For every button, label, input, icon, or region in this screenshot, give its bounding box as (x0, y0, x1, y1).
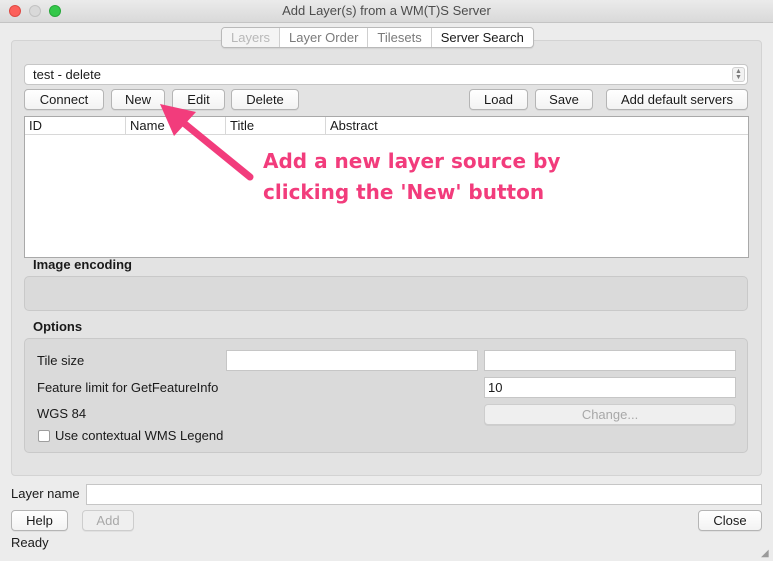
add-button[interactable]: Add (82, 510, 134, 531)
image-encoding-title: Image encoding (33, 257, 132, 272)
annotation-line-1: Add a new layer source by (263, 149, 561, 173)
close-button[interactable]: Close (698, 510, 762, 531)
tile-size-label: Tile size (37, 353, 85, 368)
tab-server-search[interactable]: Server Search (432, 28, 533, 47)
connection-select-value: test - delete (33, 67, 101, 82)
window-titlebar: Add Layer(s) from a WM(T)S Server (0, 0, 773, 23)
status-text: Ready (11, 535, 49, 550)
window-title: Add Layer(s) from a WM(T)S Server (282, 3, 491, 18)
crs-label: WGS 84 (37, 406, 87, 421)
tile-width-field[interactable] (226, 350, 478, 371)
tile-height-field[interactable] (484, 350, 736, 371)
tab-layers[interactable]: Layers (222, 28, 281, 47)
column-header-abstract[interactable]: Abstract (325, 117, 740, 134)
select-arrows-icon: ▲ ▼ (732, 67, 745, 82)
options-title: Options (33, 319, 83, 334)
tab-bar: Layers Layer Order Tilesets Server Searc… (221, 27, 534, 48)
connection-select[interactable]: test - delete ▲ ▼ (24, 64, 748, 85)
help-button[interactable]: Help (11, 510, 68, 531)
resize-grip-icon[interactable]: ◢ (761, 549, 771, 559)
column-header-id[interactable]: ID (25, 117, 124, 134)
save-button[interactable]: Save (535, 89, 593, 110)
layer-name-input[interactable] (86, 484, 762, 505)
annotation-arrow-icon (160, 104, 254, 181)
tab-tilesets[interactable]: Tilesets (368, 28, 432, 47)
layer-name-label: Layer name (11, 486, 80, 501)
feature-limit-field[interactable]: 10 (484, 377, 736, 398)
feature-limit-label: Feature limit for GetFeatureInfo (37, 380, 219, 395)
annotation-text: Add a new layer source by clicking the '… (263, 146, 593, 208)
image-encoding-group (24, 276, 748, 311)
connect-button[interactable]: Connect (24, 89, 104, 110)
change-crs-button[interactable]: Change... (484, 404, 736, 425)
contextual-legend-checkbox[interactable] (38, 430, 50, 442)
tab-layer-order[interactable]: Layer Order (280, 28, 369, 47)
contextual-legend-label: Use contextual WMS Legend (55, 428, 224, 443)
annotation-line-2: clicking the 'New' button (263, 180, 545, 204)
layers-table-header: ID Name Title Abstract (25, 117, 748, 135)
add-default-servers-button[interactable]: Add default servers (606, 89, 748, 110)
load-button[interactable]: Load (469, 89, 528, 110)
